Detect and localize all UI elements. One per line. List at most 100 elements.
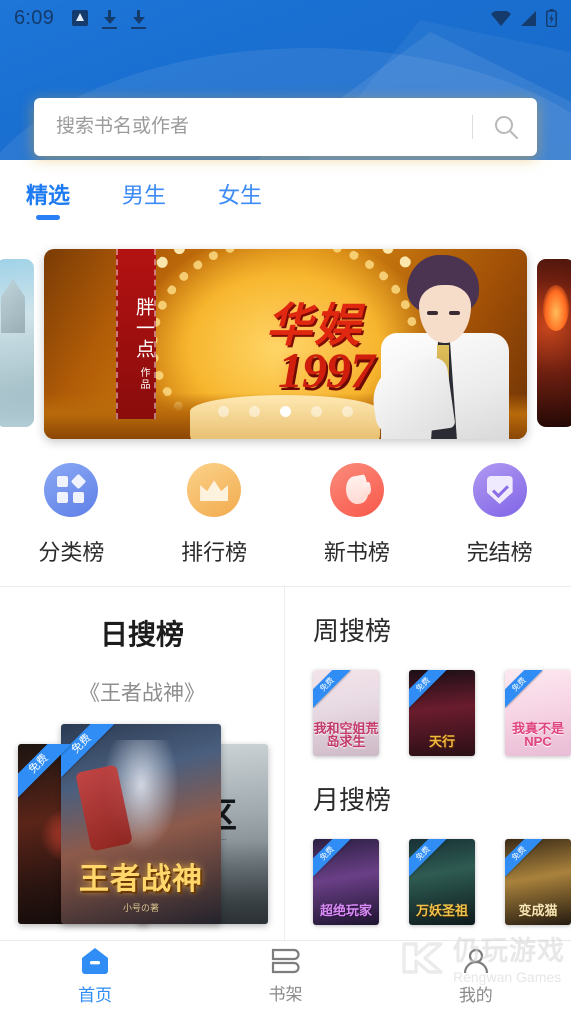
book-title: 超绝玩家 [319, 903, 372, 919]
carousel-dot[interactable] [218, 406, 229, 417]
free-badge: 免费 [313, 839, 351, 877]
free-badge-label: 免费 [409, 839, 447, 877]
tab-label: 精选 [26, 183, 71, 208]
quick-action-label: 新书榜 [323, 540, 390, 565]
wifi-icon [491, 10, 511, 26]
book-cover[interactable]: 我和空姐荒岛求生 免费 [313, 670, 379, 756]
battery-icon [546, 9, 557, 27]
banner-author-label: 胖一点 [133, 296, 154, 360]
search-input[interactable] [56, 116, 472, 138]
status-left-icons [72, 9, 147, 29]
monthly-title: 月搜榜 [313, 785, 392, 815]
shield-check-icon [472, 463, 527, 517]
search-box[interactable] [34, 98, 537, 156]
tab-jingxuan[interactable]: 精选 [22, 178, 74, 220]
nav-item-mine[interactable]: 我的 [381, 941, 571, 1012]
grid-icon [44, 463, 99, 517]
search-icon[interactable] [493, 114, 519, 140]
book-title: 天行 [428, 734, 455, 750]
nav-item-bookshelf[interactable]: 书架 [190, 941, 380, 1012]
quick-action-paihangbang[interactable]: 排行榜 [143, 463, 286, 585]
free-badge-label: 免费 [313, 670, 351, 708]
daily-subtitle: 《王者战神》 [79, 682, 205, 705]
weekly-book-row: 我和空姐荒岛求生 免费 天行 免费 我真不是NPC 免费 [313, 670, 571, 756]
tab-nvsheng[interactable]: 女生 [214, 178, 266, 210]
quick-action-xinshubang[interactable]: 新书榜 [286, 463, 429, 585]
bottom-navigation: 首页 书架 我的 [0, 940, 571, 1012]
flame-icon [329, 463, 384, 517]
carousel-dot-active[interactable] [280, 406, 291, 417]
tab-label: 男生 [122, 183, 167, 208]
daily-cover-stack: 烈 免费 枢区 枪焰、战甲... 王者战神 小号の著 [0, 724, 285, 924]
nav-label: 我的 [458, 986, 493, 1005]
book-cover[interactable]: 超绝玩家 免费 [313, 839, 379, 925]
quick-action-fenleibang[interactable]: 分类榜 [0, 463, 143, 585]
free-badge-label: 免费 [505, 670, 543, 708]
app-root: 6:09 搜索书名或作者 精选 男生 女生 胖一点 作品 华娱 1997 分类榜… [0, 0, 571, 1012]
free-badge: 免费 [409, 670, 447, 708]
status-time: 6:09 [14, 6, 55, 29]
banner-next-peek[interactable] [537, 259, 571, 427]
quick-action-row: 分类榜 排行榜 新书榜 完结榜 [0, 463, 571, 585]
download-icon [131, 9, 147, 29]
tab-nansheng[interactable]: 男生 [118, 178, 170, 210]
search-bar[interactable] [34, 98, 537, 156]
status-right-icons [491, 9, 557, 27]
book-title: 万妖圣祖 [415, 903, 468, 919]
quick-action-label: 完结榜 [466, 540, 533, 565]
book-cover-featured[interactable]: 王者战神 小号の著 免费 [61, 724, 221, 924]
free-badge: 免费 [313, 670, 351, 708]
nav-label: 首页 [78, 986, 113, 1005]
free-badge: 免费 [18, 744, 72, 798]
free-badge: 免费 [409, 839, 447, 877]
category-tabs: 精选 男生 女生 [0, 178, 571, 226]
status-bar: 6:09 [0, 0, 571, 36]
free-badge-label: 免费 [18, 744, 72, 798]
free-badge-label: 免费 [409, 670, 447, 708]
quick-action-wanjiebang[interactable]: 完结榜 [428, 463, 571, 585]
book-cover[interactable]: 变成猫 免费 [505, 839, 571, 925]
book-title: 我和空姐荒岛求生 [313, 720, 379, 750]
tab-label: 女生 [218, 183, 263, 208]
book-cover[interactable]: 天行 免费 [409, 670, 475, 756]
banner-author-sub: 作品 [138, 367, 149, 392]
nav-label: 书架 [268, 985, 303, 1004]
signal-icon [521, 10, 536, 26]
daily-title: 日搜榜 [99, 619, 184, 650]
banner-prev-peek[interactable] [0, 259, 34, 427]
banner-podium [190, 395, 380, 439]
book-title: 变成猫 [518, 903, 558, 919]
home-icon [82, 948, 109, 974]
carousel-dot[interactable] [249, 406, 260, 417]
free-badge-label: 免费 [505, 839, 543, 877]
free-badge: 免费 [505, 839, 543, 877]
book-cover[interactable]: 万妖圣祖 免费 [409, 839, 475, 925]
banner-slide-active[interactable]: 胖一点 作品 华娱 1997 [44, 249, 527, 439]
free-badge-label: 免费 [313, 839, 351, 877]
carousel-dots [44, 406, 527, 417]
nav-item-home[interactable]: 首页 [0, 941, 190, 1012]
weekly-monthly-panel: 周搜榜 我和空姐荒岛求生 免费 天行 免费 我真不是NPC 免费 月搜榜 超绝玩… [284, 587, 571, 940]
book-cover-title: 王者战神 [79, 863, 203, 896]
quick-action-label: 分类榜 [38, 540, 105, 565]
book-cover[interactable]: 我真不是NPC 免费 [505, 670, 571, 756]
free-badge: 免费 [505, 670, 543, 708]
weekly-title: 周搜榜 [313, 616, 392, 646]
user-icon [463, 948, 488, 974]
banner-carousel: 胖一点 作品 华娱 1997 [0, 249, 571, 445]
book-title: 我真不是NPC [511, 720, 564, 750]
search-divider [472, 115, 473, 139]
bookshelf-icon [272, 948, 301, 974]
daily-ranking-panel[interactable]: 日搜榜 《王者战神》 烈 免费 枢区 枪焰、战甲... [0, 587, 284, 940]
download-icon [102, 9, 118, 29]
crown-icon [187, 463, 242, 517]
tab-active-indicator [36, 215, 60, 220]
ranking-section: 日搜榜 《王者战神》 烈 免费 枢区 枪焰、战甲... [0, 586, 571, 940]
book-cover-author: 小号の著 [122, 903, 159, 913]
banner-author-band: 胖一点 作品 [116, 249, 156, 419]
carousel-dot[interactable] [311, 406, 322, 417]
app-icon [72, 10, 89, 26]
carousel-dot[interactable] [342, 406, 353, 417]
quick-action-label: 排行榜 [181, 540, 248, 565]
monthly-book-row: 超绝玩家 免费 万妖圣祖 免费 变成猫 免费 [313, 839, 571, 925]
